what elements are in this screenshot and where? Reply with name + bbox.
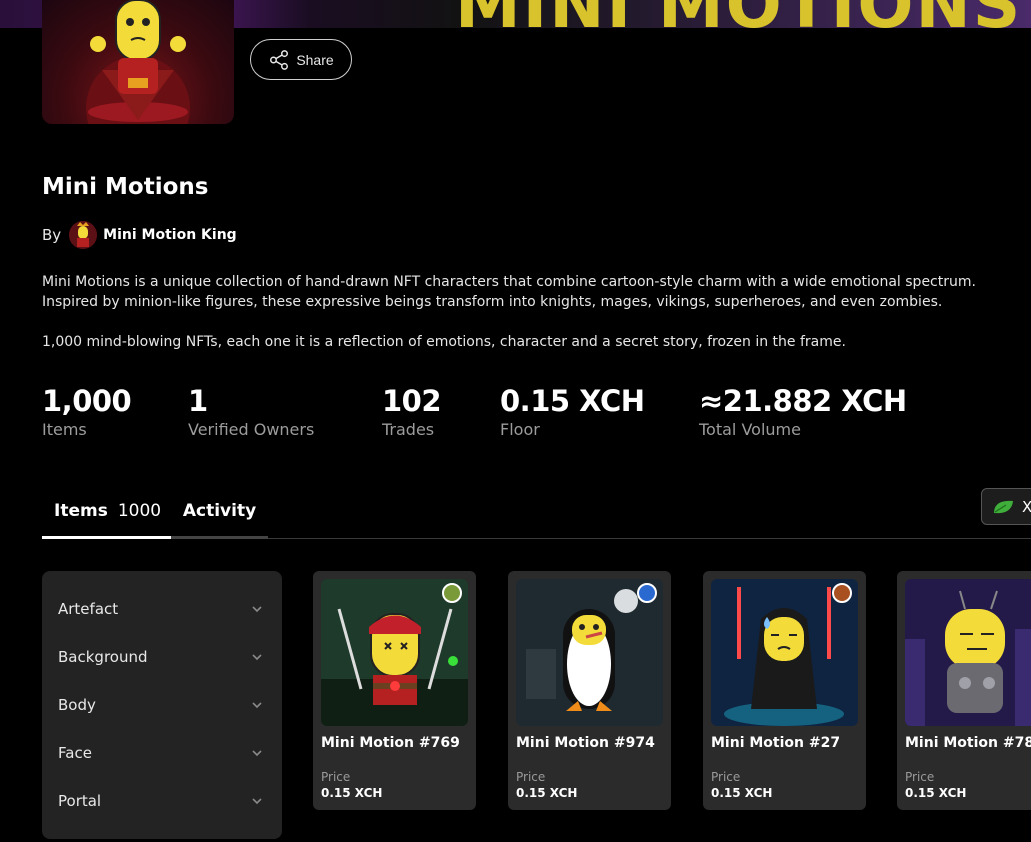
chevron-down-icon <box>252 798 262 805</box>
by-label: By <box>42 226 62 244</box>
nft-name: Mini Motion #787 <box>905 735 1031 751</box>
nft-card[interactable]: Mini Motion #769 Price 0.15 XCH <box>313 571 476 810</box>
price-label: Price <box>905 770 935 784</box>
price-label: Price <box>711 770 741 784</box>
filter-body[interactable]: Body <box>42 681 282 729</box>
nft-price: 0.15 XCH <box>711 786 773 800</box>
collection-description: Mini Motions is a unique collection of h… <box>42 272 1027 372</box>
description-line: Mini Motions is a unique collection of h… <box>42 274 976 290</box>
filter-portal[interactable]: Portal <box>42 777 282 825</box>
nft-price: 0.15 XCH <box>905 786 967 800</box>
chevron-down-icon <box>252 654 262 661</box>
nft-image <box>321 579 468 726</box>
stat-value: 1,000 <box>42 384 132 418</box>
filter-face[interactable]: Face <box>42 729 282 777</box>
price-label: Price <box>321 770 351 784</box>
tab-items-label: Items <box>54 501 108 521</box>
nft-card[interactable]: Mini Motion #787 Price 0.15 XCH <box>897 571 1031 810</box>
trait-filters-panel: Artefact Background Body Face Portal <box>42 571 282 839</box>
collection-stats: 1,000 Items 1 Verified Owners 102 Trades… <box>0 384 1031 444</box>
nft-name: Mini Motion #27 <box>711 735 841 751</box>
share-icon <box>270 49 289 70</box>
stat-label: Floor <box>500 420 540 439</box>
stat-value: ≈21.882 XCH <box>699 384 907 418</box>
currency-toggle-button[interactable]: X <box>981 488 1031 525</box>
filter-label: Body <box>58 696 96 714</box>
collection-tabs: Items 1000 Activity <box>42 486 1031 539</box>
currency-toggle-label: X <box>1022 497 1031 516</box>
stat-label: Total Volume <box>699 420 801 439</box>
trait-badge-icon <box>637 583 657 603</box>
trait-badge-icon <box>832 583 852 603</box>
filter-artefact[interactable]: Artefact <box>42 585 282 633</box>
filter-label: Face <box>58 744 92 762</box>
description-line: Inspired by minion-like figures, these e… <box>42 294 943 310</box>
nft-image <box>516 579 663 726</box>
filter-label: Artefact <box>58 600 119 618</box>
banner-text: MINI MOTIONS <box>455 0 1022 28</box>
stat-label: Verified Owners <box>188 420 315 439</box>
stat-items: 1,000 Items <box>42 384 132 439</box>
leaf-icon <box>994 500 1013 513</box>
creator-avatar[interactable] <box>69 221 98 249</box>
filter-label: Background <box>58 648 148 666</box>
nft-name: Mini Motion #769 <box>321 735 460 751</box>
stat-floor: 0.15 XCH Floor <box>500 384 645 439</box>
stat-value: 102 <box>382 384 442 418</box>
nft-price: 0.15 XCH <box>321 786 383 800</box>
creator-name-link[interactable]: Mini Motion King <box>103 227 237 243</box>
description-line: 1,000 mind-blowing NFTs, each one it is … <box>42 334 846 350</box>
nft-image <box>905 579 1031 726</box>
collection-title: Mini Motions <box>42 174 209 200</box>
stat-total-volume: ≈21.882 XCH Total Volume <box>699 384 907 439</box>
trait-badge-icon <box>442 583 462 603</box>
stat-trades: 102 Trades <box>382 384 442 439</box>
chevron-down-icon <box>252 606 262 613</box>
chevron-down-icon <box>252 750 262 757</box>
tab-items[interactable]: Items 1000 <box>42 486 171 539</box>
collection-page: MINI MOTIONS Share Mini Motions By <box>0 0 1031 842</box>
collection-avatar <box>42 0 234 124</box>
price-label: Price <box>516 770 546 784</box>
share-label: Share <box>296 51 334 68</box>
stat-verified-owners: 1 Verified Owners <box>188 384 314 439</box>
filter-background[interactable]: Background <box>42 633 282 681</box>
nft-name: Mini Motion #974 <box>516 735 655 751</box>
nft-image <box>711 579 858 726</box>
stat-value: 0.15 XCH <box>500 384 645 418</box>
nft-card[interactable]: Mini Motion #27 Price 0.15 XCH <box>703 571 866 810</box>
stat-label: Trades <box>382 420 435 439</box>
chevron-down-icon <box>252 702 262 709</box>
share-button[interactable]: Share <box>250 39 352 80</box>
filter-label: Portal <box>58 792 102 810</box>
nft-price: 0.15 XCH <box>516 786 578 800</box>
tab-activity[interactable]: Activity <box>171 486 268 539</box>
stat-value: 1 <box>188 384 208 418</box>
creator-byline: By Mini Motion King <box>42 221 237 249</box>
stat-label: Items <box>42 420 87 439</box>
nft-card[interactable]: Mini Motion #974 Price 0.15 XCH <box>508 571 671 810</box>
tab-items-count: 1000 <box>117 501 162 521</box>
